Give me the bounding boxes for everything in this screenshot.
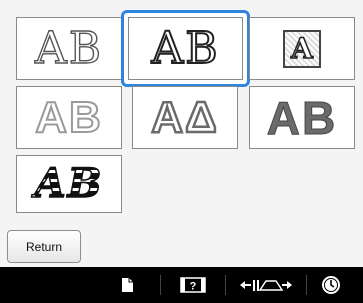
bottom-toolbar: ? <box>0 267 363 303</box>
font-selection-screen: AB AB A AB AΔ AB AB Return ? <box>0 0 363 303</box>
font-option-striped-script[interactable]: AB <box>16 155 122 213</box>
font-option-floral-dark[interactable]: AB <box>121 10 250 87</box>
toolbar-divider <box>160 275 161 295</box>
font-option-block-outline[interactable]: AB <box>16 86 122 149</box>
font-option-block-solid[interactable]: AB <box>249 86 355 149</box>
toolbar-divider <box>306 275 307 295</box>
return-button[interactable]: Return <box>7 230 81 263</box>
help-icon[interactable]: ? <box>178 275 208 295</box>
font-sample: AB <box>34 92 103 142</box>
font-sample: AB <box>34 22 104 74</box>
font-sample: AB <box>266 91 338 144</box>
font-option-framed-a[interactable]: A <box>249 17 355 80</box>
font-option-alpha-delta[interactable]: AΔ <box>132 86 238 149</box>
page-icon[interactable] <box>117 275 137 295</box>
toolbar-divider <box>225 275 226 295</box>
svg-text:?: ? <box>190 281 197 293</box>
font-sample: AB <box>150 22 220 74</box>
font-sample-frame: AB <box>128 17 243 80</box>
font-sample: AΔ <box>150 92 219 142</box>
framed-letter-icon: A <box>283 29 321 68</box>
width-adjust-icon[interactable] <box>238 275 294 295</box>
clock-icon[interactable] <box>318 275 344 295</box>
font-sample: AB <box>34 160 104 207</box>
font-sample: A <box>290 31 313 66</box>
font-option-floral-outline[interactable]: AB <box>16 17 122 80</box>
